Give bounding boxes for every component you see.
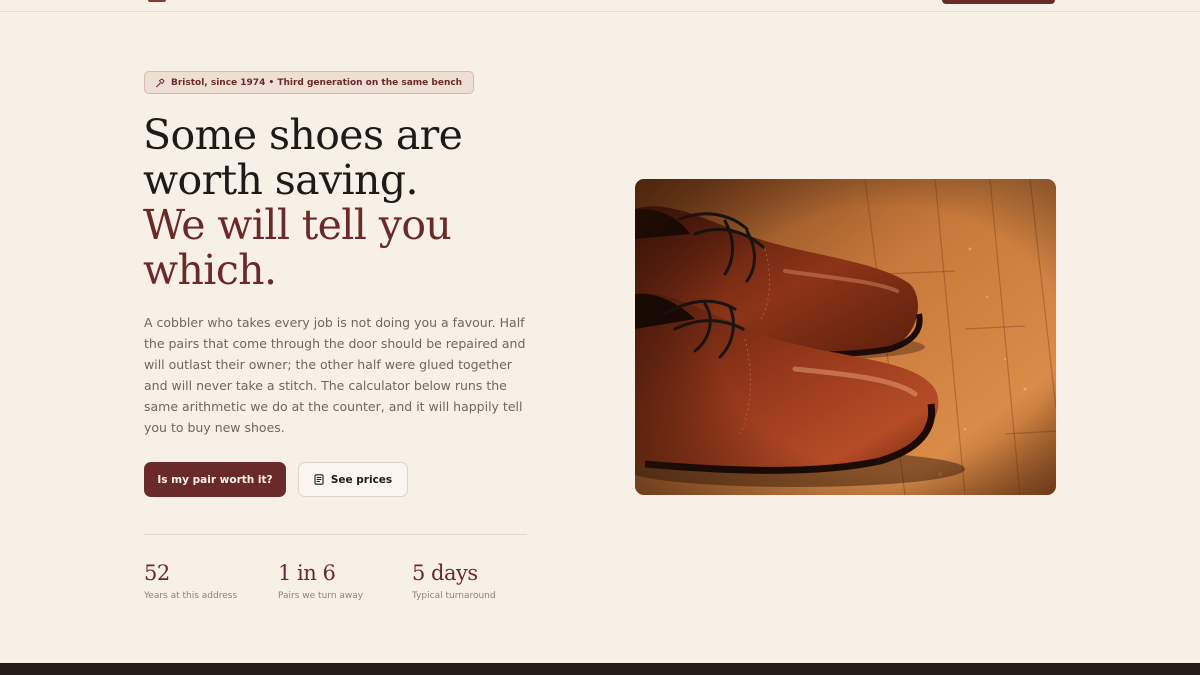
heritage-badge: Bristol, since 1974 • Third generation o… xyxy=(144,71,475,94)
footer-band xyxy=(0,663,1200,675)
logo[interactable] xyxy=(148,0,166,2)
worth-it-button[interactable]: Is my pair worth it? xyxy=(144,462,286,497)
stat-value: 5 days xyxy=(412,561,478,585)
hammer-icon xyxy=(156,78,165,87)
headline-line: Some shoes are xyxy=(143,111,463,159)
stat-label: Pairs we turn away xyxy=(278,591,364,601)
stat-years: 52 Years at this address xyxy=(144,560,237,601)
stats-divider xyxy=(144,534,527,535)
stat-turnaround: 5 days Typical turnaround xyxy=(412,560,496,601)
see-prices-button-label: See prices xyxy=(330,473,393,486)
headline-accent-line: which. xyxy=(143,246,277,294)
stat-label: Years at this address xyxy=(144,591,238,601)
header-cta-button[interactable] xyxy=(942,0,1055,4)
hero-description: A cobbler who takes every job is not doi… xyxy=(144,315,526,435)
price-list-icon xyxy=(314,474,324,485)
site-header xyxy=(0,0,1200,12)
hero-headline: Some shoes are worth saving. We will tel… xyxy=(143,113,603,293)
heritage-badge-text: Bristol, since 1974 • Third generation o… xyxy=(171,77,463,88)
stat-value: 1 in 6 xyxy=(278,561,336,585)
stat-label: Typical turnaround xyxy=(412,591,496,601)
hero-photo-brown-leather-boots xyxy=(635,179,1056,495)
worth-it-button-label: Is my pair worth it? xyxy=(157,473,273,486)
headline-accent-line: We will tell you xyxy=(143,201,452,249)
stat-value: 52 xyxy=(144,561,170,585)
headline-line: worth saving. xyxy=(143,156,419,204)
stat-turned-away: 1 in 6 Pairs we turn away xyxy=(278,560,363,601)
see-prices-button[interactable]: See prices xyxy=(298,462,408,497)
